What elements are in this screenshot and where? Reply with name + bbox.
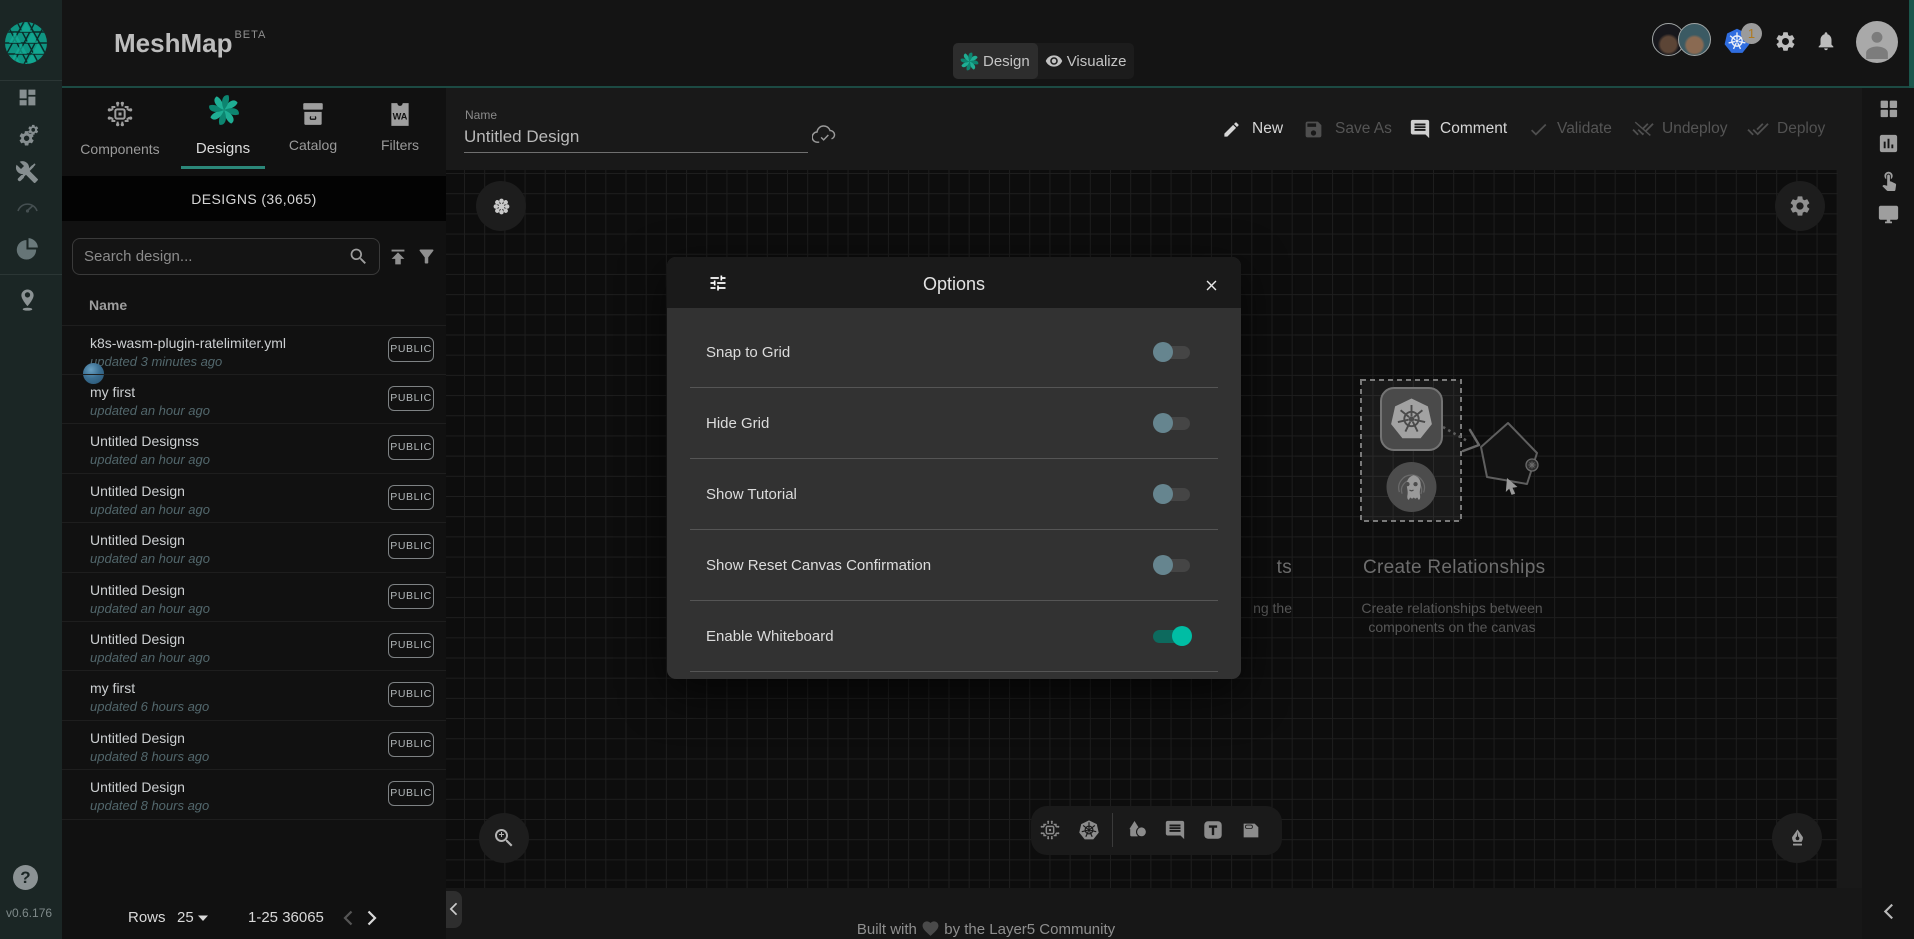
svg-text:WA: WA [393,111,408,121]
